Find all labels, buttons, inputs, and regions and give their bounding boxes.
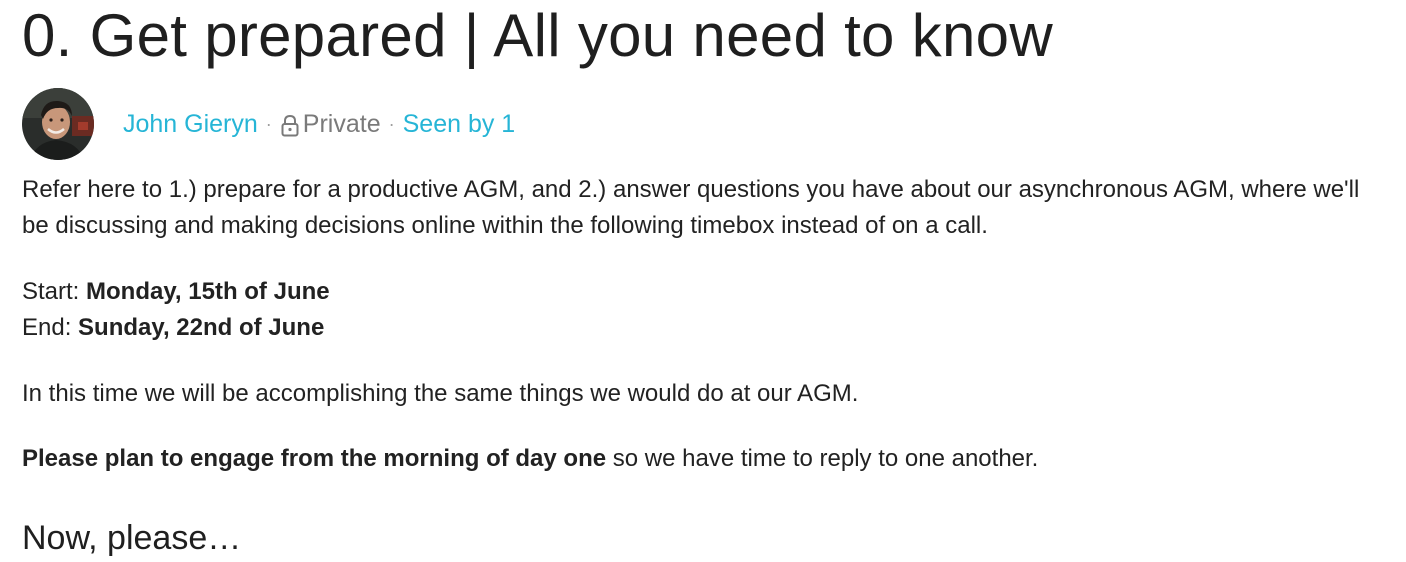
start-date: Monday, 15th of June [86, 278, 330, 305]
same-things-paragraph: In this time we will be accomplishing th… [22, 380, 859, 407]
engage-rest: so we have time to reply to one another. [606, 445, 1039, 472]
avatar-photo-icon [22, 88, 94, 160]
intro-paragraph: Refer here to 1.) prepare for a producti… [22, 176, 1360, 239]
privacy-label: Private [302, 109, 381, 138]
post-meta: John Gieryn · Private · Seen by 1 [22, 88, 515, 160]
next-section-heading: Now, please… [22, 519, 242, 557]
end-date: Sunday, 22nd of June [78, 314, 325, 341]
privacy-status: Private [280, 110, 381, 139]
engage-emphasis: Please plan to engage from the morning o… [22, 445, 607, 472]
meta-separator: · [265, 113, 272, 134]
lock-icon [281, 114, 299, 137]
start-label: Start: [22, 278, 87, 305]
timebox-paragraph: Start: Monday, 15th of June End: Sunday,… [22, 274, 1386, 346]
author-avatar[interactable] [22, 88, 94, 160]
post-body: Refer here to 1.) prepare for a producti… [22, 172, 1386, 477]
meta-separator: · [388, 113, 395, 134]
author-name-link[interactable]: John Gieryn [123, 110, 258, 139]
end-label: End: [22, 314, 79, 341]
post-title: 0. Get prepared | All you need to know [22, 2, 1053, 69]
engage-paragraph: Please plan to engage from the morning o… [22, 441, 1386, 477]
seen-by-link[interactable]: Seen by 1 [403, 110, 516, 139]
